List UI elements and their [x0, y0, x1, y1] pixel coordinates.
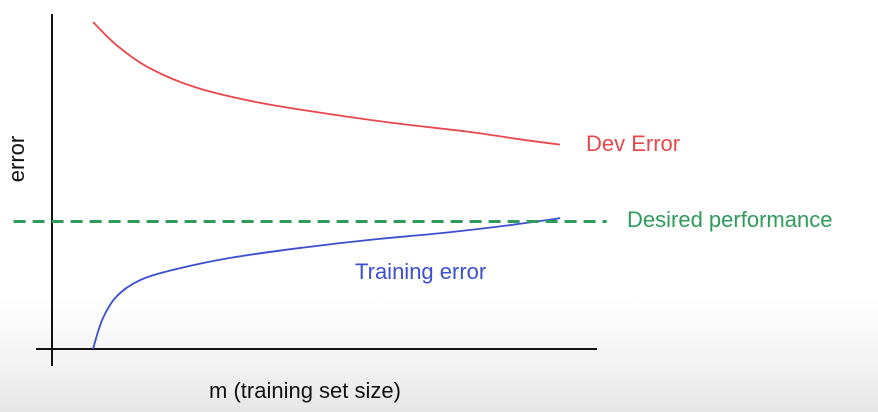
series-line-training-error	[92, 217, 561, 350]
series-label-desired-performance: Desired performance	[627, 207, 832, 232]
y-axis-label: error	[4, 136, 29, 182]
x-axis-label: m (training set size)	[209, 378, 401, 403]
series-layer	[13, 21, 607, 350]
series-label-dev-error: Dev Error	[586, 131, 680, 156]
series-label-training-error: Training error	[355, 259, 486, 284]
series-line-dev-error	[92, 21, 561, 146]
learning-curve-chart: error m (training set size) Dev Error Tr…	[4, 14, 832, 403]
